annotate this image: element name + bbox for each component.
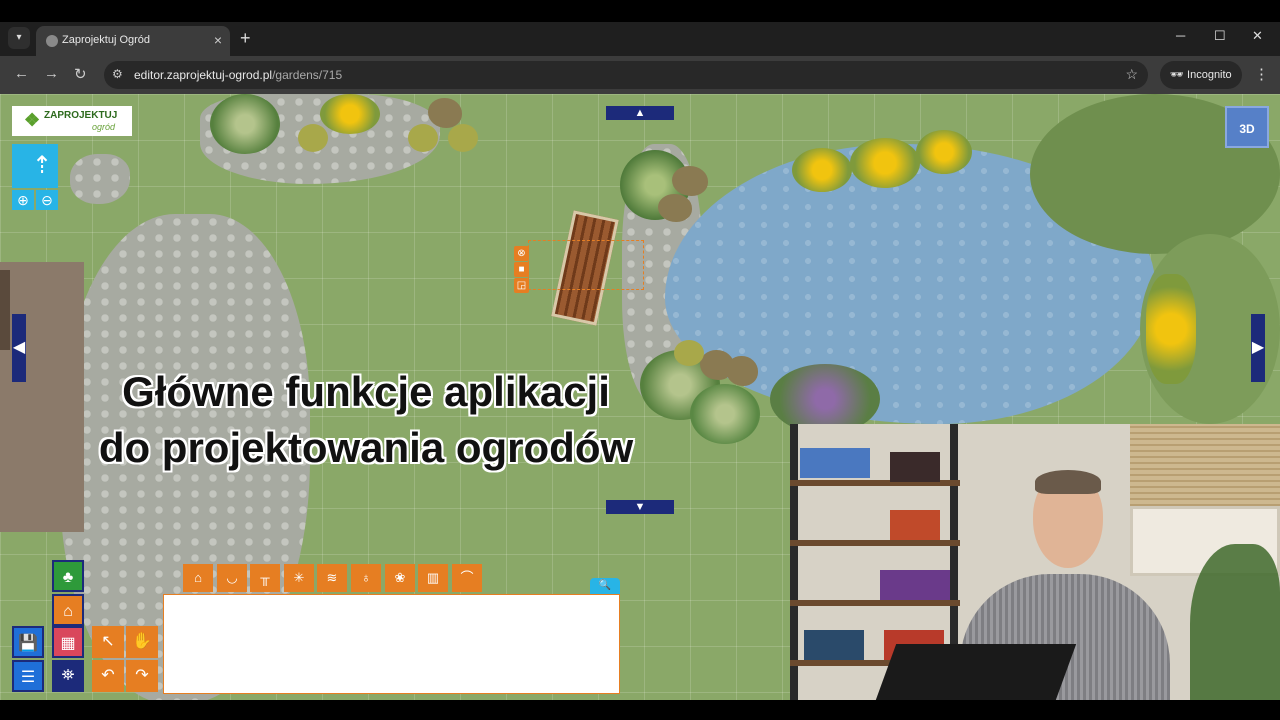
yellow-flowers [850, 138, 920, 188]
url-host: editor.zaprojektuj-ogrod.pl [134, 68, 273, 82]
browser-toolbar: ← → ↻ ⚙ editor.zaprojektuj-ogrod.pl/gard… [0, 56, 1280, 94]
bookshelf-board [790, 600, 960, 606]
url-path: /gardens/715 [272, 68, 343, 82]
video-title-line-2: do projektowania ogrodów [98, 424, 634, 471]
hand-icon[interactable]: ✋ [126, 626, 158, 658]
lamp-icon[interactable]: ♁ [351, 564, 381, 592]
wall-icon[interactable]: ▦ [52, 626, 84, 658]
logo-mark-icon: ❖ [24, 110, 41, 130]
minimize-icon[interactable]: ─ [1176, 28, 1185, 43]
logo-text: ZAPROJEKTUJ [44, 110, 118, 121]
delete-object-icon[interactable]: ⊗ [514, 246, 529, 261]
app-logo[interactable]: ❖ ZAPROJEKTUJ ogród [12, 106, 132, 136]
zoom-out-icon[interactable]: ⊖ [36, 190, 58, 210]
pavilion-icon[interactable]: ⌂ [183, 564, 213, 592]
palm-icon[interactable]: ✳ [284, 564, 314, 592]
maximize-icon[interactable]: ☐ [1214, 28, 1226, 44]
tree-icon[interactable]: ♣ [52, 560, 84, 592]
browser-tab[interactable]: Zaprojektuj Ogród × [36, 26, 230, 56]
fence-icon[interactable]: ▥ [418, 564, 448, 592]
boxwood-plant [448, 124, 478, 152]
object-catalog-panel[interactable] [163, 594, 620, 694]
boxwood-plant [408, 124, 438, 152]
screen: ▾ Zaprojektuj Ogród × + ─ ☐ ✕ ← → ↻ ⚙ ed… [0, 0, 1280, 720]
scroll-up-arrow-icon[interactable]: ▲ [606, 106, 674, 120]
compass-needle-icon: ⇡ [32, 152, 53, 179]
stepping-stone [70, 154, 130, 204]
compass[interactable]: ⇡ [12, 144, 58, 188]
slide-icon[interactable]: ⌒ [452, 564, 482, 592]
yellow-flowers [1146, 274, 1196, 384]
new-tab-icon[interactable]: + [240, 28, 251, 49]
logo-subtext: ogród [92, 122, 116, 132]
book-stack [880, 570, 950, 600]
book-stack [800, 448, 870, 478]
tab-search-chevron-icon[interactable]: ▾ [8, 27, 30, 49]
favicon-icon [46, 35, 58, 47]
boxwood-plant [674, 340, 704, 366]
selection-box[interactable] [528, 240, 644, 290]
pond-icon[interactable]: ≋ [317, 564, 347, 592]
zoom-in-icon[interactable]: ⊕ [12, 190, 34, 210]
window-close-icon[interactable]: ✕ [1252, 28, 1263, 44]
scroll-left-arrow-icon[interactable]: ◀ [12, 314, 26, 382]
redo-icon[interactable]: ↷ [126, 660, 158, 692]
site-info-icon[interactable]: ⚙ [112, 67, 123, 81]
bench-icon[interactable]: ╥ [250, 564, 280, 592]
pot-icon[interactable]: ◡ [217, 564, 247, 592]
url-text: editor.zaprojektuj-ogrod.pl/gardens/715 [134, 68, 342, 82]
panel-search-icon[interactable]: 🔍 [590, 578, 620, 594]
tab-strip: ▾ Zaprojektuj Ogród × + ─ ☐ ✕ [0, 22, 1280, 56]
back-arrow-icon[interactable]: ← [14, 65, 29, 82]
yellow-flowers [792, 148, 852, 192]
rock [726, 356, 758, 386]
presenter-hair [1035, 470, 1101, 494]
rock [428, 98, 462, 128]
book-stack [890, 510, 940, 540]
menu-icon[interactable]: ☰ [12, 660, 44, 692]
resize-object-icon[interactable]: ◲ [514, 278, 529, 293]
laptop [875, 644, 1077, 700]
video-title-line-1: Główne funkcje aplikacji [122, 368, 610, 415]
reload-icon[interactable]: ↻ [74, 65, 87, 83]
house-roof [0, 262, 84, 532]
house-icon[interactable]: ⌂ [52, 594, 84, 626]
stones-icon[interactable]: ❀ [385, 564, 415, 592]
grass-plant [690, 384, 760, 444]
webcam-video [790, 424, 1280, 700]
scroll-right-arrow-icon[interactable]: ▶ [1251, 314, 1265, 382]
rock [658, 194, 692, 222]
rock [672, 166, 708, 196]
garden-canvas[interactable]: ⊗ ■ ◲ ❖ ZAPROJEKTUJ ogród ⇡ ⊕ ⊖ 3D ▲ ▼ ◀… [0, 94, 1280, 700]
copy-object-icon[interactable]: ■ [514, 262, 529, 277]
book-stack [890, 452, 940, 482]
incognito-badge[interactable]: 🕶 Incognito [1160, 61, 1242, 89]
bookshelf-post [790, 424, 798, 700]
house-door [0, 270, 10, 350]
tab-title: Zaprojektuj Ogród [62, 34, 151, 46]
select-arrow-icon[interactable]: ↖ [92, 626, 124, 658]
view-3d-button[interactable]: 3D [1225, 106, 1269, 148]
scroll-down-arrow-icon[interactable]: ▼ [606, 500, 674, 514]
house-plant [1190, 544, 1280, 700]
map-icon[interactable]: ⛯ [52, 660, 84, 692]
address-bar[interactable]: ⚙ editor.zaprojektuj-ogrod.pl/gardens/71… [104, 61, 1148, 89]
grass-plant [210, 94, 280, 154]
tab-close-icon[interactable]: × [214, 32, 222, 48]
save-icon[interactable]: 💾 [12, 626, 44, 658]
incognito-label: Incognito [1187, 69, 1232, 81]
bookmark-star-icon[interactable]: ☆ [1125, 66, 1138, 83]
boxwood-plant [298, 124, 328, 152]
undo-icon[interactable]: ↶ [92, 660, 124, 692]
bookshelf-board [790, 540, 960, 546]
browser-menu-icon[interactable]: ⋮ [1254, 65, 1269, 83]
yellow-flowers [916, 130, 972, 174]
forward-arrow-icon[interactable]: → [44, 65, 59, 82]
window-blind [1130, 424, 1280, 506]
book-stack [804, 630, 864, 660]
yellow-flowers [320, 94, 380, 134]
